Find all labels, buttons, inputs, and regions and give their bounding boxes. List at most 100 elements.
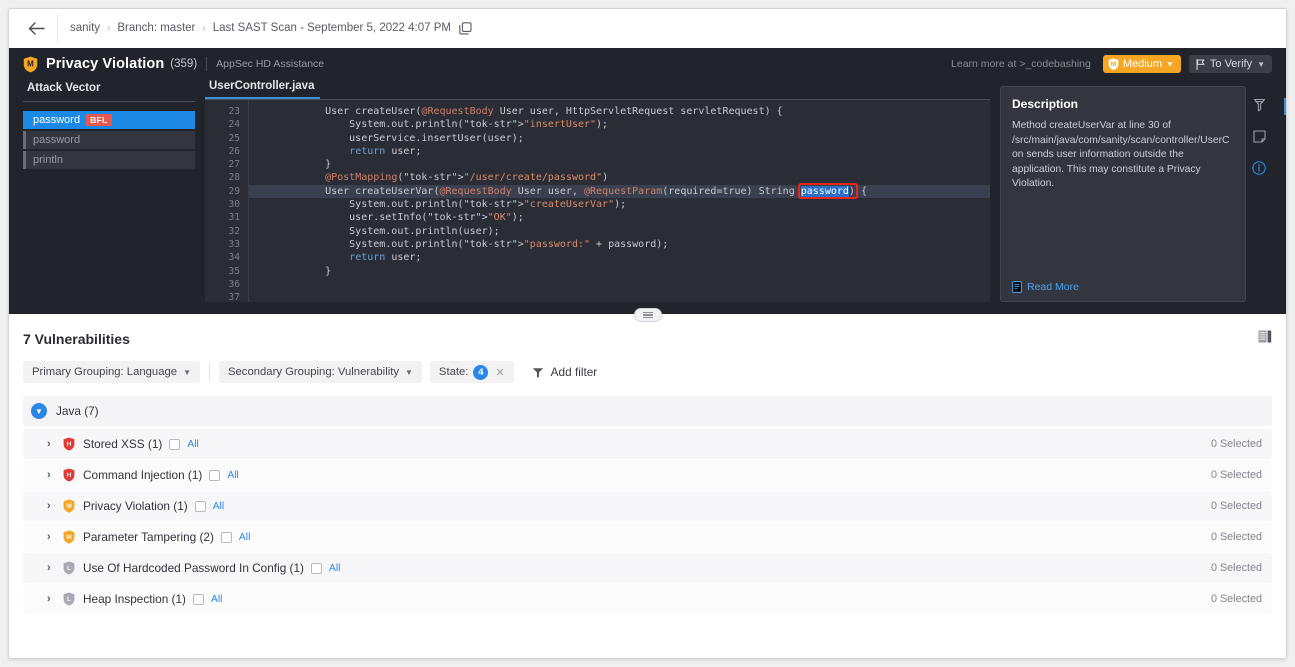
detail-header-actions: Learn more at >_codebashing M Medium ▼ T… [951,55,1272,73]
chevron-down-icon: ▼ [405,367,413,377]
severity-shield-high-icon: H [63,437,75,451]
table-row[interactable]: › H Command Injection (1) All 0 Selected [23,460,1272,490]
chevron-down-icon: ▼ [1257,59,1265,69]
select-all-checkbox[interactable] [209,469,221,481]
line-number: 34 [228,252,240,264]
attack-vector-item-label: password [33,134,81,146]
table-row[interactable]: › L Heap Inspection (1) All 0 Selected [23,584,1272,614]
attack-vector-item-2[interactable]: println [23,151,195,169]
state-dropdown[interactable]: To Verify ▼ [1188,55,1272,73]
breadcrumb-separator: › [107,22,111,34]
state-label: To Verify [1209,58,1253,70]
select-all-link[interactable]: All [213,501,224,512]
select-all-link[interactable]: All [227,470,238,481]
tab-usercontroller-java[interactable]: UserController.java [205,80,321,99]
code-surface[interactable]: 23 24 25 26 27 28 29 30 31 32 33 34 35 3… [205,100,990,302]
note-icon[interactable] [1252,130,1266,148]
chevron-right-icon[interactable]: › [47,593,63,605]
svg-text:H: H [67,472,72,479]
severity-shield-medium-icon: M [63,530,75,544]
code-line: return user; [349,145,422,157]
breadcrumb-divider [57,14,58,42]
line-number: 26 [228,145,240,157]
line-number: 25 [228,132,240,144]
chevron-right-icon[interactable]: › [47,469,63,481]
attack-vector-item-1[interactable]: password [23,131,195,149]
table-row[interactable]: › L Use Of Hardcoded Password In Config (1… [23,553,1272,583]
breadcrumb-item-branch[interactable]: Branch: master [117,22,195,34]
selected-count: 0 Selected [1210,438,1262,450]
copy-icon[interactable] [459,21,472,35]
table-row[interactable]: › M Parameter Tampering (2) All 0 Selected [23,522,1272,552]
select-all-checkbox[interactable] [192,593,204,605]
select-all-link[interactable]: All [239,532,250,543]
info-icon[interactable] [1252,161,1266,180]
code-line: User createUserVar(@RequestBody User use… [249,184,990,199]
primary-grouping-dropdown[interactable]: Primary Grouping: Language ▼ [23,361,200,383]
code-viewer: UserController.java 23 24 25 26 27 28 29… [205,80,990,302]
breadcrumb: sanity › Branch: master › Last SAST Scan… [70,21,472,35]
group-row-java[interactable]: ▼ Java (7) [23,396,1272,426]
svg-text:M: M [66,534,72,541]
primary-grouping-label: Primary Grouping: Language [32,366,178,378]
code-line: User createUser(@RequestBody User user, … [301,106,783,117]
codebashing-link[interactable]: Learn more at >_codebashing [951,58,1091,70]
secondary-grouping-dropdown[interactable]: Secondary Grouping: Vulnerability ▼ [218,361,422,383]
line-number: 28 [228,172,240,184]
select-all-checkbox[interactable] [310,562,322,574]
svg-text:M: M [1111,61,1116,68]
line-number: 31 [228,212,240,224]
select-all-checkbox[interactable] [169,438,181,450]
selected-count: 0 Selected [1210,531,1262,543]
select-all-checkbox[interactable] [220,531,232,543]
table-row[interactable]: › H Stored XSS (1) All 0 Selected [23,429,1272,459]
description-panel: Description Method createUserVar at line… [1000,80,1286,302]
description-rail [1246,86,1286,302]
vulnerabilities-title: 7 Vulnerabilities [23,331,130,347]
chevron-right-icon[interactable]: › [47,438,63,450]
chevron-right-icon[interactable]: › [47,531,63,543]
back-arrow-icon[interactable] [23,15,49,41]
panel-resize-handle[interactable] [633,308,662,322]
detail-body: Attack Vector password BFL password prin… [9,80,1286,314]
table-row[interactable]: › M Privacy Violation (1) All 0 Selected [23,491,1272,521]
document-icon [1012,281,1022,293]
code-line: return user; [349,252,422,264]
select-all-link[interactable]: All [329,563,340,574]
detail-count: (359) [170,58,198,70]
code-line: @PostMapping("tok-str">"/user/create/pas… [325,172,609,184]
code-line: System.out.println("tok-str">"password:"… [301,238,669,250]
line-number: 33 [228,238,240,250]
vulnerabilities-section: 7 Vulnerabilities Primary Grouping: Lang… [9,314,1286,658]
code-line: System.out.println(user); [301,225,500,237]
state-filter-chip[interactable]: State: 4 ✕ [429,361,514,383]
detail-subtitle: AppSec HD Assistance [216,58,325,70]
svg-text:L: L [67,565,71,572]
select-all-link[interactable]: All [211,594,222,605]
line-number: 37 [228,292,240,302]
list-view-icon[interactable] [1258,330,1272,348]
code-lines: User createUser(@RequestBody User user, … [249,100,990,302]
vulnerability-rows: › H Stored XSS (1) All 0 Selected › H Command I… [23,429,1272,614]
breadcrumb-item-scan[interactable]: Last SAST Scan - September 5, 2022 4:07 … [213,22,451,34]
line-number: 35 [228,265,240,277]
group-label: Java (7) [56,404,99,418]
add-filter-button[interactable]: Add filter [522,361,608,383]
select-all-link[interactable]: All [187,439,198,450]
severity-dropdown[interactable]: M Medium ▼ [1102,55,1181,73]
chevron-right-icon[interactable]: › [47,500,63,512]
app-window: sanity › Branch: master › Last SAST Scan… [8,8,1287,659]
read-more-link[interactable]: Read More [1012,281,1234,293]
close-icon[interactable]: ✕ [495,366,504,379]
line-number: 27 [228,159,240,171]
chevron-right-icon[interactable]: › [47,562,63,574]
line-number: 29 [228,185,240,197]
state-filter-count: 4 [473,364,489,380]
breadcrumb-item-project[interactable]: sanity [70,22,100,34]
code-line: } [301,265,332,277]
filter-funnel-icon[interactable] [1253,98,1266,117]
select-all-checkbox[interactable] [194,500,206,512]
breadcrumb-separator: › [202,22,206,34]
attack-vector-item-0[interactable]: password BFL [23,111,195,129]
vulnerability-label: Privacy Violation (1) [83,499,188,513]
